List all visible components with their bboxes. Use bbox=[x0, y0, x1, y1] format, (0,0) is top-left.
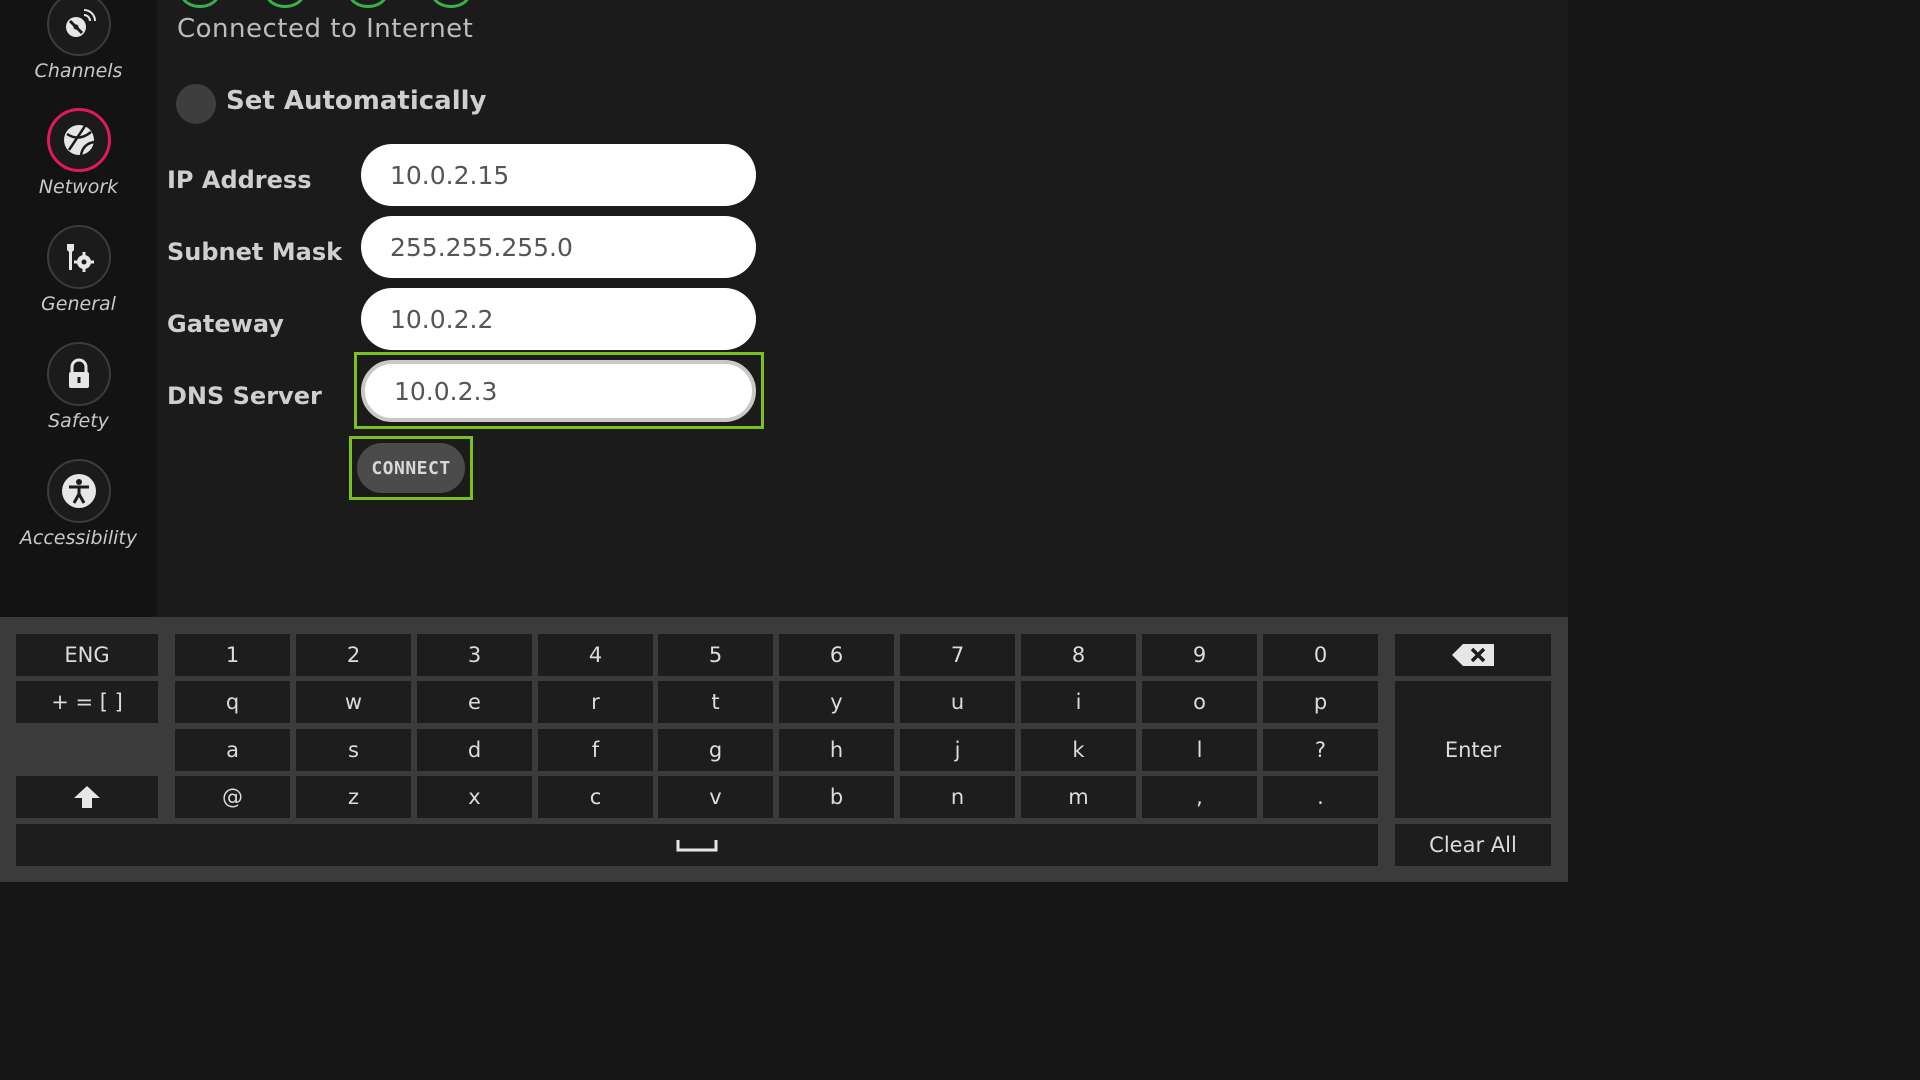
sidebar: Channels Network General Safety Accessib… bbox=[0, 0, 157, 617]
key-8[interactable]: 8 bbox=[1021, 634, 1136, 676]
key-4[interactable]: 4 bbox=[538, 634, 653, 676]
set-automatically-label: Set Automatically bbox=[226, 86, 487, 116]
status-dot bbox=[431, 0, 471, 8]
key-e[interactable]: e bbox=[417, 681, 532, 723]
key-u[interactable]: u bbox=[900, 681, 1015, 723]
key-t[interactable]: t bbox=[658, 681, 773, 723]
satellite-dish-icon bbox=[46, 0, 111, 56]
key-j[interactable]: j bbox=[900, 729, 1015, 771]
sidebar-item-accessibility[interactable]: Accessibility bbox=[0, 459, 157, 549]
key-5[interactable]: 5 bbox=[658, 634, 773, 676]
key-y[interactable]: y bbox=[779, 681, 894, 723]
key-3[interactable]: 3 bbox=[417, 634, 532, 676]
dns-server-label: DNS Server bbox=[167, 382, 322, 410]
sidebar-item-channels[interactable]: Channels bbox=[0, 0, 157, 82]
key-n[interactable]: n bbox=[900, 776, 1015, 818]
key-period[interactable]: . bbox=[1263, 776, 1378, 818]
key-at[interactable]: @ bbox=[175, 776, 290, 818]
backspace-icon bbox=[1452, 644, 1494, 666]
key-1[interactable]: 1 bbox=[175, 634, 290, 676]
gateway-input[interactable]: 10.0.2.2 bbox=[361, 288, 756, 350]
key-i[interactable]: i bbox=[1021, 681, 1136, 723]
key-m[interactable]: m bbox=[1021, 776, 1136, 818]
key-z[interactable]: z bbox=[296, 776, 411, 818]
key-7[interactable]: 7 bbox=[900, 634, 1015, 676]
wrench-gear-icon bbox=[46, 225, 111, 289]
connect-button[interactable]: CONNECT bbox=[357, 443, 465, 493]
key-question[interactable]: ? bbox=[1263, 729, 1378, 771]
key-2[interactable]: 2 bbox=[296, 634, 411, 676]
key-d[interactable]: d bbox=[417, 729, 532, 771]
key-r[interactable]: r bbox=[538, 681, 653, 723]
space-bar-icon bbox=[676, 840, 718, 852]
sidebar-item-label: Channels bbox=[34, 60, 123, 82]
key-s[interactable]: s bbox=[296, 729, 411, 771]
sidebar-item-general[interactable]: General bbox=[0, 225, 157, 315]
globe-icon bbox=[46, 108, 111, 172]
sidebar-item-safety[interactable]: Safety bbox=[0, 342, 157, 432]
key-a[interactable]: a bbox=[175, 729, 290, 771]
key-o[interactable]: o bbox=[1142, 681, 1257, 723]
key-b[interactable]: b bbox=[779, 776, 894, 818]
key-6[interactable]: 6 bbox=[779, 634, 894, 676]
symbols-key[interactable]: + = [ ] bbox=[16, 681, 158, 723]
key-x[interactable]: x bbox=[417, 776, 532, 818]
key-l[interactable]: l bbox=[1142, 729, 1257, 771]
sidebar-item-label: General bbox=[41, 293, 116, 315]
status-dot bbox=[265, 0, 305, 8]
key-p[interactable]: p bbox=[1263, 681, 1378, 723]
network-settings-panel: Connected to Internet Set Automatically … bbox=[157, 0, 784, 617]
sidebar-item-network[interactable]: Network bbox=[0, 108, 157, 198]
subnet-mask-label: Subnet Mask bbox=[167, 238, 343, 266]
backspace-key[interactable] bbox=[1395, 634, 1551, 676]
sidebar-item-label: Accessibility bbox=[19, 527, 138, 549]
key-w[interactable]: w bbox=[296, 681, 411, 723]
status-dot bbox=[180, 0, 220, 8]
status-dot bbox=[348, 0, 388, 8]
shift-key[interactable] bbox=[16, 776, 158, 818]
key-c[interactable]: c bbox=[538, 776, 653, 818]
clear-all-key[interactable]: Clear All bbox=[1395, 824, 1551, 866]
key-0[interactable]: 0 bbox=[1263, 634, 1378, 676]
sidebar-item-label: Safety bbox=[48, 410, 109, 432]
accessibility-icon bbox=[46, 459, 111, 523]
key-h[interactable]: h bbox=[779, 729, 894, 771]
sidebar-item-label: Network bbox=[38, 176, 119, 198]
ip-address-input[interactable]: 10.0.2.15 bbox=[361, 144, 756, 206]
language-key[interactable]: ENG bbox=[16, 634, 158, 676]
key-g[interactable]: g bbox=[658, 729, 773, 771]
ip-address-label: IP Address bbox=[167, 166, 312, 194]
space-key[interactable] bbox=[16, 824, 1378, 866]
enter-key[interactable]: Enter bbox=[1395, 681, 1551, 818]
lock-icon bbox=[46, 342, 111, 406]
on-screen-keyboard: ENG + = [ ] 1 2 3 4 5 6 7 8 9 0 q w e r … bbox=[0, 617, 1568, 882]
right-pane bbox=[784, 0, 1568, 617]
key-q[interactable]: q bbox=[175, 681, 290, 723]
connection-status-text: Connected to Internet bbox=[177, 14, 474, 44]
key-k[interactable]: k bbox=[1021, 729, 1136, 771]
key-comma[interactable]: , bbox=[1142, 776, 1257, 818]
gateway-label: Gateway bbox=[167, 310, 284, 338]
key-v[interactable]: v bbox=[658, 776, 773, 818]
set-automatically-toggle[interactable] bbox=[176, 84, 216, 124]
key-9[interactable]: 9 bbox=[1142, 634, 1257, 676]
dns-server-input[interactable]: 10.0.2.3 bbox=[361, 360, 756, 422]
shift-arrow-icon bbox=[74, 786, 100, 808]
key-f[interactable]: f bbox=[538, 729, 653, 771]
subnet-mask-input[interactable]: 255.255.255.0 bbox=[361, 216, 756, 278]
